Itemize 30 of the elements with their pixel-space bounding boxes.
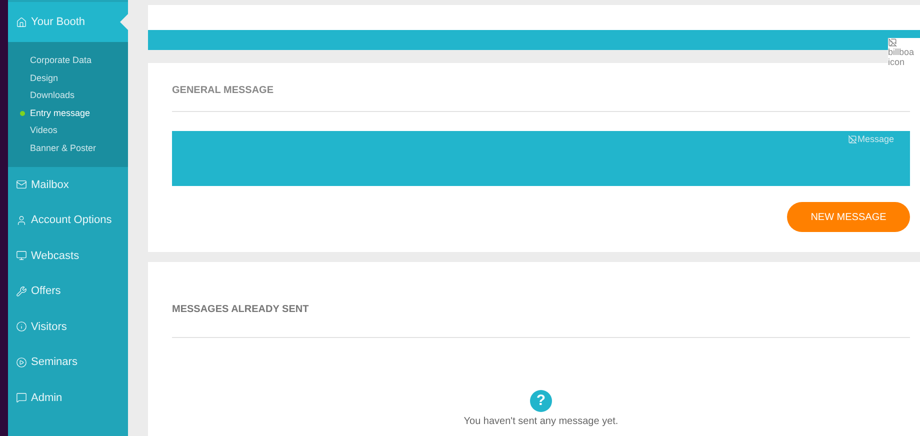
info-icon	[16, 321, 27, 332]
submenu-item[interactable]: Downloads	[30, 89, 75, 103]
sidebar-item[interactable]: Mailbox	[8, 167, 77, 202]
sidebar-item[interactable]: Webcasts	[8, 238, 88, 274]
section-title: MESSAGES ALREADY SENT	[172, 262, 910, 338]
chat-icon	[16, 392, 27, 404]
image-alt-text: billboa	[888, 47, 916, 57]
help-icon: ?	[530, 390, 552, 412]
sidebar-item[interactable]: Account Options	[8, 202, 120, 238]
new-message-button[interactable]: NEW MESSAGE	[787, 202, 910, 232]
submenu-item[interactable]: Design	[30, 72, 58, 86]
submenu-item[interactable]: Entry message	[30, 106, 90, 120]
empty-state-text: You haven't sent any message yet.	[464, 415, 618, 429]
submenu-item[interactable]: Corporate Data	[30, 54, 92, 68]
sidebar-item[interactable]: Offers	[8, 274, 69, 309]
active-pointer-icon	[120, 14, 128, 30]
submenu-item[interactable]: Banner & Poster	[30, 142, 96, 156]
image-alt-text: Message	[848, 133, 894, 146]
broken-image-icon	[848, 135, 858, 144]
tools-icon	[16, 286, 27, 297]
play-icon	[16, 356, 27, 368]
user-icon	[16, 214, 27, 226]
mail-icon	[16, 179, 27, 190]
broken-image-icon	[888, 38, 897, 47]
home-icon	[16, 16, 27, 28]
sidebar-item[interactable]: Admin	[8, 380, 70, 416]
sidebar-item[interactable]: Seminars	[8, 344, 86, 380]
sidebar-item[interactable]: Visitors	[8, 309, 75, 344]
submenu-item[interactable]: Videos	[30, 124, 58, 138]
monitor-icon	[16, 250, 27, 262]
